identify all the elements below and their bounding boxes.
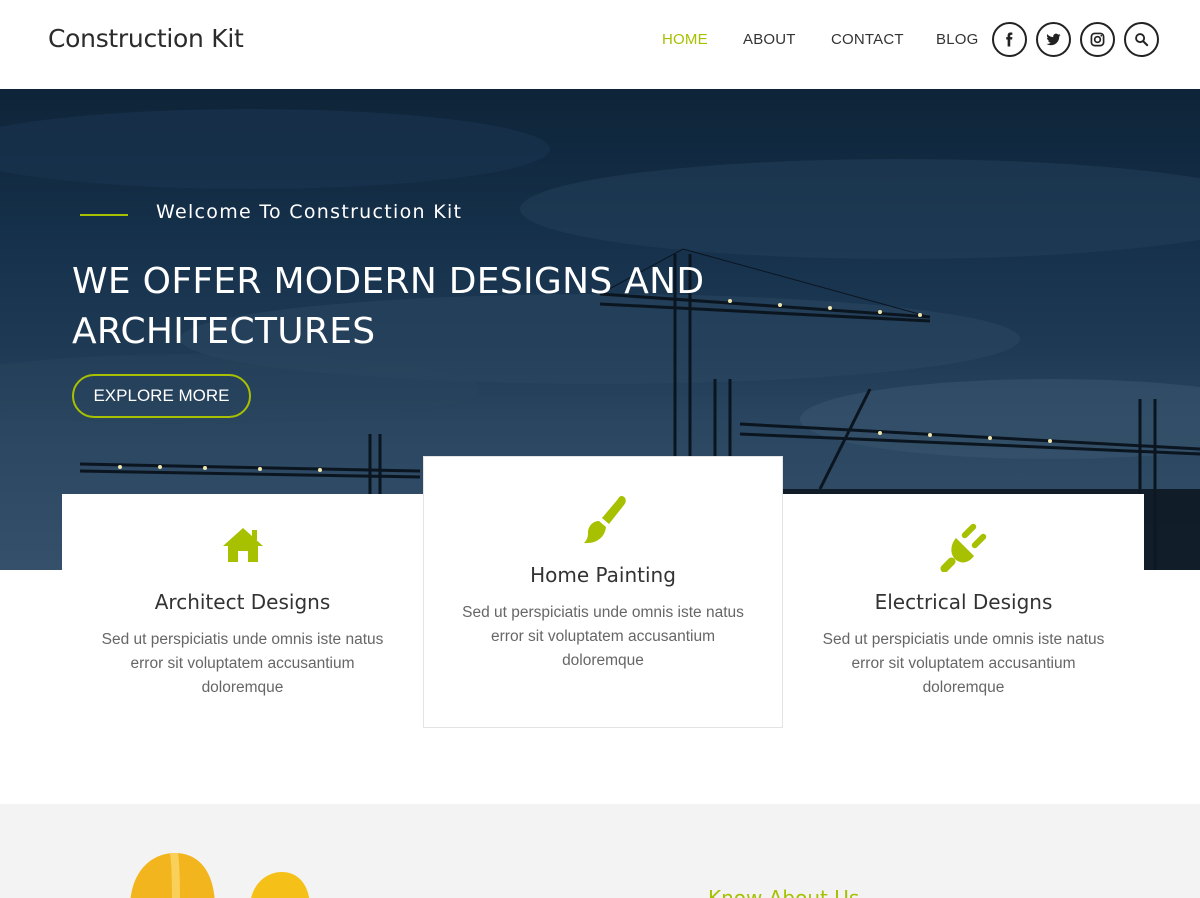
service-description: Sed ut perspiciatis unde omnis iste natu… [822, 631, 1105, 696]
service-description: Sed ut perspiciatis unde omnis iste natu… [101, 631, 384, 696]
nav-home[interactable]: HOME [662, 31, 708, 48]
hero-subtitle: Welcome To Construction Kit [156, 201, 463, 223]
nav-contact[interactable]: CONTACT [831, 31, 904, 48]
search-icon[interactable] [1124, 22, 1159, 57]
service-card-painting[interactable]: Home Painting Sed ut perspiciatis unde o… [423, 456, 783, 728]
service-title: Electrical Designs [874, 590, 1053, 614]
service-title: Home Painting [530, 563, 676, 587]
home-icon [221, 526, 265, 569]
twitter-icon[interactable] [1036, 22, 1071, 57]
service-description: Sed ut perspiciatis unde omnis iste natu… [462, 604, 744, 669]
service-card-electrical[interactable]: Electrical Designs Sed ut perspiciatis u… [783, 494, 1144, 726]
hard-hat-image [130, 853, 310, 898]
service-card-architect[interactable]: Architect Designs Sed ut perspiciatis un… [62, 494, 423, 726]
site-header: Construction Kit HOME ABOUT CONTACT BLOG [0, 0, 1200, 89]
plug-icon [938, 522, 990, 577]
paint-brush-icon [578, 494, 628, 551]
hero-title: WE OFFER MODERN DESIGNS AND ARCHITECTURE… [72, 261, 705, 352]
explore-more-button[interactable]: EXPLORE MORE [72, 374, 251, 418]
about-section: Know About Us [0, 804, 1200, 898]
instagram-icon[interactable] [1080, 22, 1115, 57]
facebook-icon[interactable] [992, 22, 1027, 57]
service-title: Architect Designs [154, 590, 331, 614]
nav-blog[interactable]: BLOG [936, 31, 978, 48]
site-logo[interactable]: Construction Kit [48, 24, 244, 53]
hero-accent-line [80, 214, 128, 216]
nav-about[interactable]: ABOUT [743, 31, 796, 48]
about-section-label: Know About Us [708, 886, 860, 898]
